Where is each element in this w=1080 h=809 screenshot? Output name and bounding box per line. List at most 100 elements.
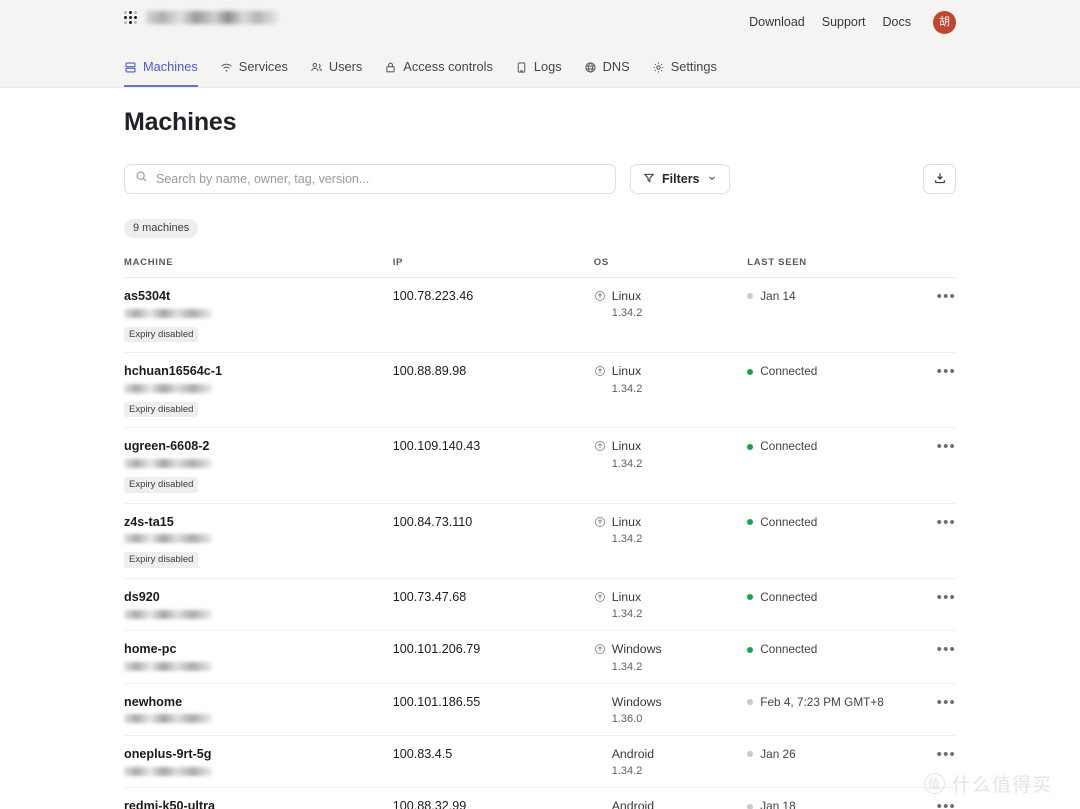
table-row[interactable]: redmi-k50-ultra100.88.32.99Android1.34.2… [124,787,956,809]
table-row[interactable]: as5304t Expiry disabled 100.78.223.46 Linux… [124,277,956,354]
cell-os: Windows 1.34.2 [593,630,748,684]
update-available-icon[interactable] [594,289,606,307]
machine-name[interactable]: ds920 [124,590,393,606]
expiry-tag: Expiry disabled [124,552,199,568]
machine-ip[interactable]: 100.101.206.79 [393,642,594,658]
table-row[interactable]: ugreen-6608-2 Expiry disabled 100.109.140.… [124,427,956,504]
watermark-text: 什么值得买 [951,775,1052,796]
search-icon [135,170,148,188]
avatar[interactable]: 胡 [933,11,956,34]
table-row[interactable]: oneplus-9rt-5g 100.83.4.5 Android 1.34.2 Jan… [124,735,956,789]
org-name-redacted [146,11,278,24]
os-version: 1.34.2 [611,307,643,320]
machine-owner-redacted [124,714,212,724]
cell-last-seen: Connected [747,630,898,684]
filters-button[interactable]: Filters [630,164,730,194]
tab-users[interactable]: Users [310,59,363,87]
export-button[interactable] [923,164,956,194]
tab-settings-label: Settings [670,59,717,75]
os-name: Windows [611,642,662,657]
search-box[interactable] [124,164,616,194]
status-dot [747,699,754,706]
os-name: Linux [611,514,642,529]
tab-machines-label: Machines [143,59,198,75]
support-link[interactable]: Support [822,16,866,29]
machine-name[interactable]: hchuan16564c-1 [124,364,393,380]
machine-ip[interactable]: 100.84.73.110 [393,515,594,531]
tab-services-label: Services [238,59,288,75]
tab-access-controls[interactable]: Access controls [384,60,493,87]
row-menu-button[interactable]: ••• [937,799,956,809]
row-menu-button[interactable]: ••• [937,289,956,304]
machine-ip[interactable]: 100.88.32.99 [393,799,594,809]
cell-last-seen: Connected [747,503,898,579]
tab-settings[interactable]: Settings [652,59,717,87]
machine-name[interactable]: newhome [124,695,393,711]
last-seen-text: Connected [760,589,818,604]
machine-ip[interactable]: 100.73.47.68 [393,590,594,606]
users-icon [310,61,323,74]
row-menu-button[interactable]: ••• [937,747,956,762]
search-input[interactable] [156,172,605,186]
cell-ip: 100.101.206.79 [392,630,594,684]
cell-machine: ugreen-6608-2 Expiry disabled [124,427,393,504]
machine-ip[interactable]: 100.88.89.98 [393,364,594,380]
table-row[interactable]: z4s-ta15 Expiry disabled 100.84.73.110 Linu… [124,503,956,579]
update-available-icon[interactable] [594,642,606,660]
machine-name[interactable]: ugreen-6608-2 [124,439,393,455]
row-menu-button[interactable]: ••• [937,695,956,710]
download-link[interactable]: Download [749,16,805,29]
machines-icon [124,61,137,74]
watermark-logo-icon: 值 [923,773,945,794]
machine-name[interactable]: home-pc [124,642,393,658]
top-header: Download Support Docs 胡 Machines Service… [0,0,1080,88]
table-row[interactable]: newhome 100.101.186.55 Windows 1.36.0 Feb 4,… [124,683,956,737]
machine-name[interactable]: z4s-ta15 [124,515,393,531]
row-menu-button[interactable]: ••• [937,439,956,454]
cell-machine: ds920 [124,578,393,632]
machine-name[interactable]: oneplus-9rt-5g [124,747,393,763]
docs-link[interactable]: Docs [883,16,911,29]
machine-name[interactable]: as5304t [124,289,393,305]
machine-ip[interactable]: 100.83.4.5 [393,747,594,763]
column-header-ip: IP [392,257,594,278]
column-header-os: OS [593,257,748,278]
table-row[interactable]: hchuan16564c-1 Expiry disabled 100.88.89.9… [124,352,956,429]
os-version: 1.36.0 [611,713,643,726]
cell-ip: 100.78.223.46 [392,277,594,354]
update-available-icon[interactable] [594,590,606,608]
cell-ip: 100.83.4.5 [392,735,594,789]
tab-machines[interactable]: Machines [124,59,198,87]
tab-users-label: Users [328,59,363,75]
update-available-icon[interactable] [594,439,606,457]
table-row[interactable]: home-pc 100.101.206.79 Windows 1.34.2 Connec… [124,630,956,684]
row-menu-button[interactable]: ••• [937,642,956,657]
machine-ip[interactable]: 100.101.186.55 [393,695,594,711]
os-version: 1.34.2 [611,660,643,673]
machine-ip[interactable]: 100.109.140.43 [393,439,594,455]
tab-dns[interactable]: DNS [584,60,630,87]
cell-last-seen: Connected [747,578,898,632]
machine-owner-redacted [124,459,212,469]
tab-logs[interactable]: Logs [515,60,562,87]
update-available-icon[interactable] [594,515,606,533]
cell-machine: newhome [124,683,393,737]
cell-machine: redmi-k50-ultra [124,787,393,809]
row-menu-button[interactable]: ••• [937,364,956,379]
row-menu-button[interactable]: ••• [937,515,956,530]
tab-services[interactable]: Services [220,59,288,87]
os-name: Windows [611,694,662,709]
cell-ip: 100.88.32.99 [392,787,594,809]
status-dot [747,594,754,601]
brand[interactable] [124,11,278,24]
machine-owner-redacted [124,383,212,393]
machine-ip[interactable]: 100.78.223.46 [393,289,594,305]
row-menu-button[interactable]: ••• [937,590,956,605]
status-dot [747,519,754,526]
table-header-row: MACHINE IP OS LAST SEEN [124,257,956,278]
table-row[interactable]: ds920 100.73.47.68 Linux 1.34.2 Connected ••• [124,578,956,632]
cell-actions: ••• [898,683,956,737]
update-available-icon[interactable] [594,364,606,382]
cell-actions: ••• [898,578,956,632]
machine-name[interactable]: redmi-k50-ultra [124,799,393,809]
